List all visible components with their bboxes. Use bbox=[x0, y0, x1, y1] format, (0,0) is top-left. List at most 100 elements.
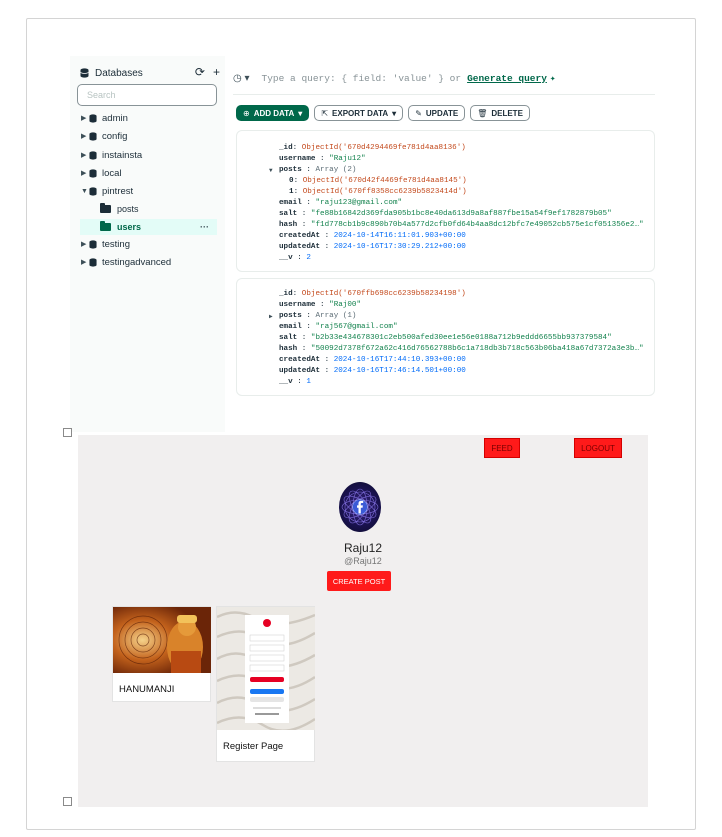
delete-label: DELETE bbox=[491, 108, 523, 118]
document-card[interactable]: _id: ObjectId('670ffb698cc6239b58234198'… bbox=[236, 278, 655, 396]
collection-name: users bbox=[117, 222, 142, 232]
field-posts-item: 1: ObjectId('670ff8358cc6239b5823414d') bbox=[289, 188, 467, 196]
add-data-button[interactable]: ⊕ ADD DATA ▾ bbox=[236, 105, 310, 121]
caret-right-icon: ▶ bbox=[81, 115, 87, 122]
database-icon bbox=[89, 168, 97, 178]
collection-name: posts bbox=[117, 204, 139, 214]
delete-button[interactable]: 🗑 DELETE bbox=[470, 105, 530, 121]
field-posts-item: 0: ObjectId('670d42f4469fe781d4aa8145') bbox=[289, 177, 467, 185]
field-hash: hash : "f1d778cb1b9c890b70b4a577d2cfb0fd… bbox=[279, 221, 644, 229]
field-createdat: createdAt : 2024-10-14T16:11:01.903+00:0… bbox=[279, 232, 466, 240]
pencil-icon: ✎ bbox=[415, 108, 422, 118]
checkbox[interactable] bbox=[63, 797, 72, 806]
sidebar-db-testingadvanced[interactable]: ▶ testingadvanced bbox=[81, 254, 171, 270]
field-posts[interactable]: ▶ posts : Array (1) bbox=[269, 311, 356, 322]
sidebar-db-testing[interactable]: ▶ testing bbox=[81, 236, 130, 252]
query-bar[interactable]: ◷ ▾ Type a query: { field: 'value' } or … bbox=[233, 66, 655, 90]
feed-button[interactable]: FEED bbox=[484, 438, 520, 458]
database-icon bbox=[89, 113, 97, 123]
databases-sidebar: Databases ⟳ + Search ▶ admin ▶ config ▶ … bbox=[70, 56, 225, 432]
create-post-button[interactable]: CREATE POST bbox=[327, 571, 391, 591]
field-username: username : "Raju12" bbox=[279, 155, 366, 163]
caret-right-icon: ▶ bbox=[81, 241, 87, 248]
folder-icon bbox=[100, 221, 111, 231]
export-data-label: EXPORT DATA bbox=[332, 108, 389, 118]
caret-down-icon: ▼ bbox=[81, 187, 88, 195]
chevron-down-icon: ▾ bbox=[298, 108, 303, 118]
facebook-mandala-icon bbox=[341, 488, 379, 526]
caret-right-icon: ▶ bbox=[81, 259, 87, 266]
field-createdat: createdAt : 2024-10-16T17:44:10.393+00:0… bbox=[279, 356, 466, 364]
database-icon bbox=[89, 239, 97, 249]
update-button[interactable]: ✎ UPDATE bbox=[408, 105, 466, 121]
field-posts[interactable]: ▼ posts : Array (2) bbox=[269, 165, 356, 176]
profile-name: Raju12 bbox=[343, 541, 383, 555]
db-name: config bbox=[102, 130, 128, 142]
caret-right-icon: ▶ bbox=[81, 133, 87, 140]
profile-app: FEED LOGOUT Raju12 @Raju12 CREATE POST H… bbox=[78, 435, 648, 807]
chevron-down-icon: ▾ bbox=[392, 108, 397, 118]
db-name: instainsta bbox=[102, 149, 143, 161]
caret-right-icon: ▶ bbox=[81, 152, 87, 159]
post-image bbox=[113, 607, 211, 673]
folder-icon bbox=[100, 203, 111, 213]
field-username: username : "Raj00" bbox=[279, 301, 362, 309]
post-card[interactable]: Register Page bbox=[216, 606, 315, 762]
post-caption: HANUMANJI bbox=[119, 684, 175, 695]
plus-circle-icon: ⊕ bbox=[243, 108, 250, 118]
field-version: __v : 2 bbox=[279, 254, 311, 262]
generate-query-link[interactable]: Generate query bbox=[467, 73, 547, 84]
more-options-icon[interactable]: ··· bbox=[200, 222, 209, 232]
trash-icon: 🗑 bbox=[477, 108, 488, 118]
sidebar-db-pintrest[interactable]: ▼ pintrest bbox=[81, 183, 133, 199]
query-divider bbox=[233, 94, 655, 95]
compass-window: Databases ⟳ + Search ▶ admin ▶ config ▶ … bbox=[70, 56, 655, 432]
field-id: _id: ObjectId('670d4294469fe781d4aa8136'… bbox=[279, 144, 466, 152]
profile-handle: @Raju12 bbox=[344, 556, 382, 566]
field-updatedat: updatedAt : 2024-10-16T17:46:14.501+00:0… bbox=[279, 367, 466, 375]
export-icon: ⇱ bbox=[321, 108, 329, 118]
caret-right-icon: ▶ bbox=[81, 170, 87, 177]
database-icon bbox=[89, 186, 97, 196]
db-name: pintrest bbox=[102, 185, 134, 197]
database-icon bbox=[80, 68, 89, 78]
avatar[interactable] bbox=[339, 482, 381, 532]
database-icon bbox=[89, 150, 97, 160]
document-card[interactable]: _id: ObjectId('670d4294469fe781d4aa8136'… bbox=[236, 130, 655, 272]
sidebar-db-local[interactable]: ▶ local bbox=[81, 165, 122, 181]
hanuman-illustration bbox=[113, 607, 211, 673]
sidebar-db-admin[interactable]: ▶ admin bbox=[81, 110, 128, 126]
sidebar-db-config[interactable]: ▶ config bbox=[81, 128, 127, 144]
add-database-icon[interactable]: + bbox=[213, 65, 220, 79]
field-updatedat: updatedAt : 2024-10-16T17:30:29.212+00:0… bbox=[279, 243, 466, 251]
checkbox[interactable] bbox=[63, 428, 72, 437]
caret-right-icon: ▶ bbox=[269, 313, 273, 320]
sidebar-db-instainsta[interactable]: ▶ instainsta bbox=[81, 147, 142, 163]
field-id: _id: ObjectId('670ffb698cc6239b58234198'… bbox=[279, 290, 466, 298]
sidebar-collection-users[interactable]: users ··· bbox=[80, 219, 217, 235]
export-data-button[interactable]: ⇱ EXPORT DATA ▾ bbox=[314, 105, 404, 121]
field-salt: salt : "b2b33e434678301c2eb500afed30ee1e… bbox=[279, 334, 612, 342]
post-caption: Register Page bbox=[223, 741, 284, 752]
sidebar-collection-posts[interactable]: posts bbox=[100, 201, 139, 217]
query-placeholder: Type a query: { field: 'value' } or bbox=[261, 72, 462, 84]
refresh-icon[interactable]: ⟳ bbox=[195, 65, 205, 79]
post-card[interactable]: HANUMANJI bbox=[112, 606, 211, 702]
sparkle-icon: ✦ bbox=[549, 72, 556, 84]
sidebar-header: Databases ⟳ + bbox=[80, 64, 220, 82]
field-salt: salt : "fe88b16842d369fda905b1bc8e40da61… bbox=[279, 210, 612, 218]
db-name: testingadvanced bbox=[102, 256, 172, 268]
db-name: testing bbox=[102, 238, 130, 250]
field-email: email : "raj567@gmail.com" bbox=[279, 323, 398, 331]
caret-down-icon: ▼ bbox=[269, 167, 273, 174]
database-icon bbox=[89, 131, 97, 141]
sidebar-title: Databases bbox=[95, 67, 143, 79]
field-email: email : "raju123@gmail.com" bbox=[279, 199, 403, 207]
post-image bbox=[217, 607, 315, 730]
db-name: local bbox=[102, 167, 122, 179]
update-label: UPDATE bbox=[425, 108, 459, 118]
logout-button[interactable]: LOGOUT bbox=[574, 438, 622, 458]
query-history-icon[interactable]: ◷ ▾ bbox=[233, 73, 250, 84]
sidebar-search-input[interactable]: Search bbox=[77, 84, 217, 106]
db-name: admin bbox=[102, 112, 128, 124]
